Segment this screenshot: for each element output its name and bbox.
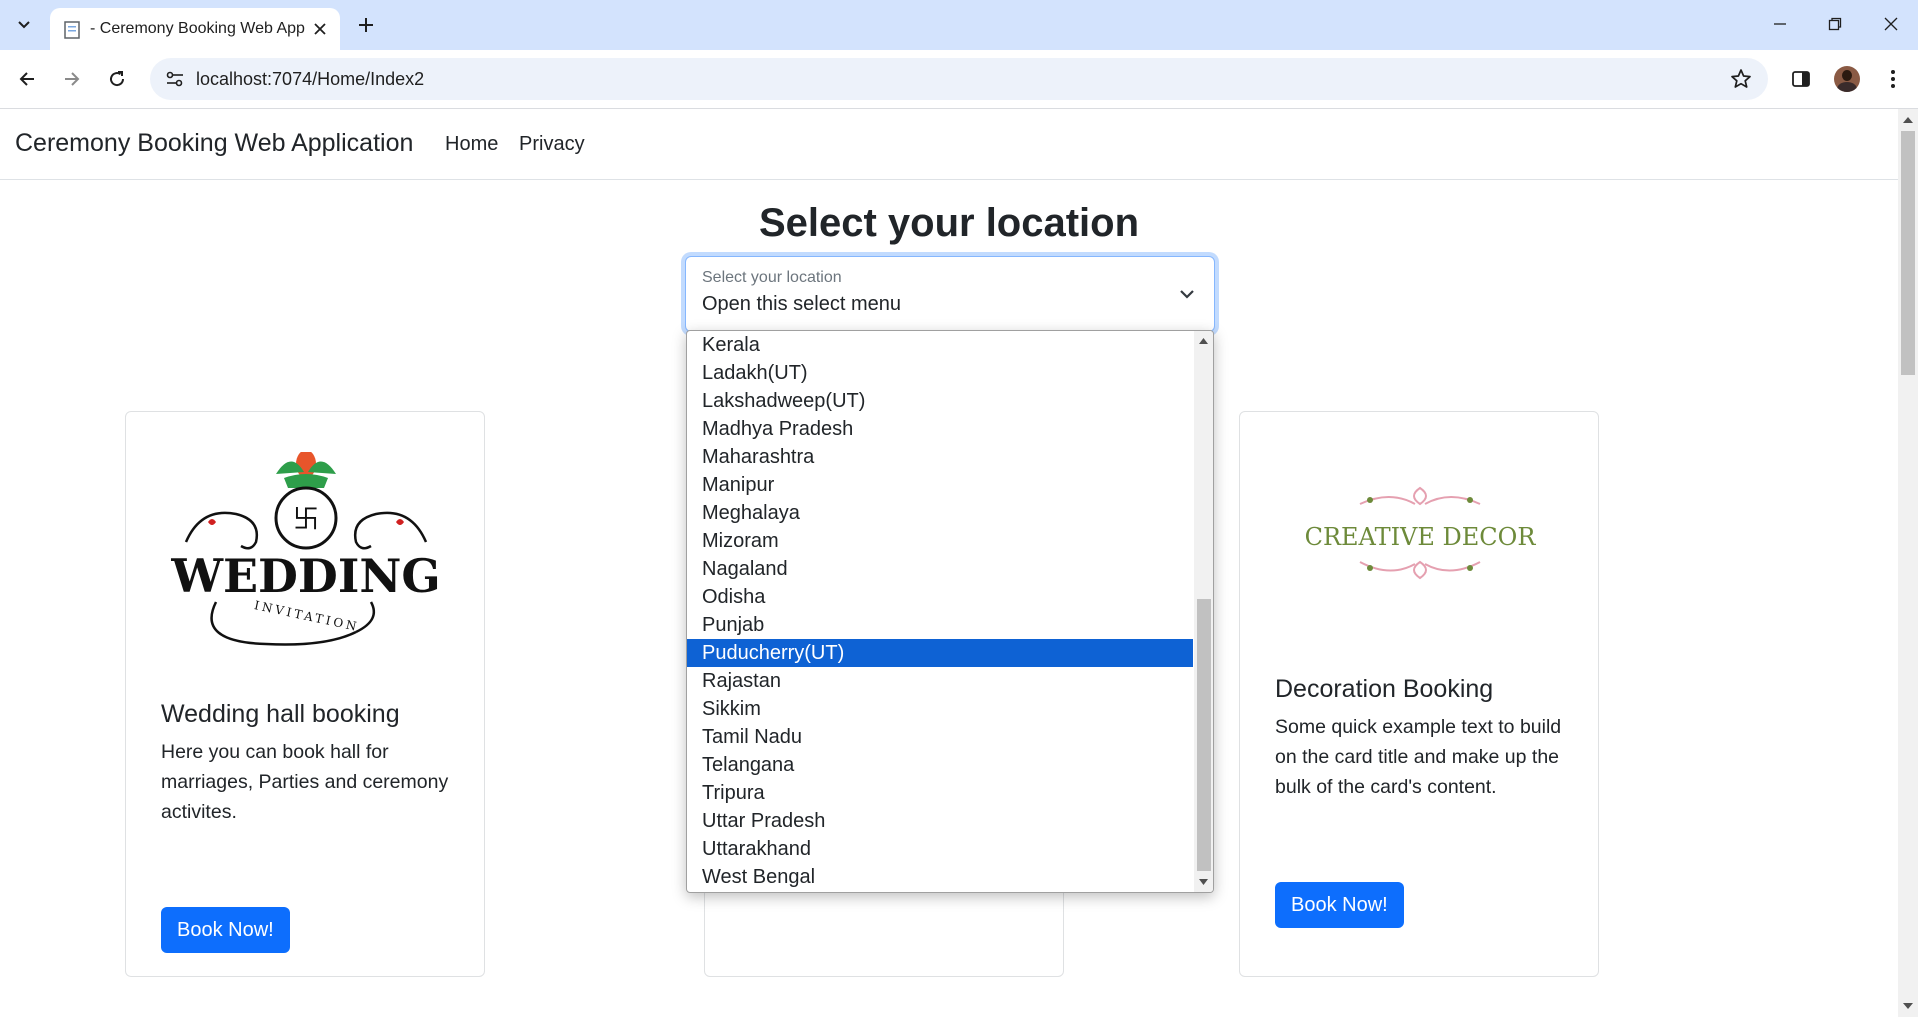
page-scrollbar[interactable] xyxy=(1898,109,1918,1017)
select-option[interactable]: Kerala xyxy=(687,331,1193,359)
select-option[interactable]: Tamil Nadu xyxy=(687,723,1193,751)
profile-button[interactable] xyxy=(1830,62,1864,96)
card-text: Here you can book hall for marriages, Pa… xyxy=(161,741,449,823)
chevron-down-icon xyxy=(18,21,30,29)
card-text: Some quick example text to build on the … xyxy=(1275,716,1562,798)
browser-tab[interactable]: - Ceremony Booking Web Appli xyxy=(50,8,340,50)
reload-button[interactable] xyxy=(100,62,134,96)
restore-button[interactable] xyxy=(1815,8,1855,40)
more-vertical-icon xyxy=(1891,70,1895,88)
site-navbar: Ceremony Booking Web Application Home Pr… xyxy=(0,109,1898,180)
select-option[interactable]: Punjab xyxy=(687,611,1193,639)
close-icon xyxy=(1884,17,1898,31)
select-option[interactable]: Puducherry(UT) xyxy=(687,639,1193,667)
minimize-icon xyxy=(1774,23,1786,25)
wedding-logo-image: 卐 WEDDING INVITATION xyxy=(170,452,441,646)
card-title: Decoration Booking xyxy=(1275,675,1494,703)
browser-tab-strip: - Ceremony Booking Web Appli xyxy=(0,0,1918,50)
select-option[interactable]: Uttar Pradesh xyxy=(687,807,1193,835)
select-option[interactable]: Telangana xyxy=(687,751,1193,779)
tab-title: - Ceremony Booking Web Appli xyxy=(90,20,305,37)
select-option[interactable]: Rajastan xyxy=(687,667,1193,695)
tab-search-button[interactable] xyxy=(8,9,40,41)
reload-icon xyxy=(110,71,125,87)
select-current-value: Open this select menu xyxy=(702,293,901,315)
select-option[interactable]: Tripura xyxy=(687,779,1193,807)
scroll-up-arrow-icon[interactable] xyxy=(1198,336,1209,346)
svg-text:卐: 卐 xyxy=(293,505,319,535)
navbar-brand[interactable]: Ceremony Booking Web Application xyxy=(15,129,413,158)
options-scrollbar[interactable] xyxy=(1194,331,1213,892)
bookmark-star-icon[interactable] xyxy=(1730,68,1752,90)
select-option[interactable]: Sikkim xyxy=(687,695,1193,723)
select-option[interactable]: Odisha xyxy=(687,583,1193,611)
window-close-button[interactable] xyxy=(1871,8,1911,40)
scroll-down-arrow-icon[interactable] xyxy=(1902,1001,1914,1011)
logo-subtitle: INVITATION xyxy=(253,598,361,634)
new-tab-button[interactable] xyxy=(352,11,380,39)
options-container: Kerala Ladakh(UT) Lakshadweep(UT) Madhya Pr… xyxy=(687,331,1193,891)
select-option[interactable]: Nagaland xyxy=(687,555,1193,583)
nav-link-home[interactable]: Home xyxy=(445,133,498,156)
location-options-list[interactable]: Kerala Ladakh(UT) Lakshadweep(UT) Madhya Pr… xyxy=(686,330,1214,893)
creative-decor-logo-image: CREATIVE DECOR xyxy=(1305,486,1537,580)
avatar xyxy=(1834,66,1860,92)
card-decoration: CREATIVE DECOR Decoration Booking Some q… xyxy=(1239,411,1599,977)
location-select[interactable]: Select your location Open this select me… xyxy=(685,256,1215,332)
nav-link-privacy[interactable]: Privacy xyxy=(519,133,585,156)
select-option[interactable]: Maharashtra xyxy=(687,443,1193,471)
restore-icon xyxy=(1828,17,1842,31)
arrow-right-icon xyxy=(65,72,80,86)
side-panel-button[interactable] xyxy=(1784,62,1818,96)
side-panel-icon xyxy=(1792,71,1810,87)
close-icon xyxy=(314,23,326,35)
browser-menu-button[interactable] xyxy=(1876,62,1910,96)
plus-icon xyxy=(359,18,373,32)
book-now-button[interactable]: Book Now! xyxy=(1275,882,1404,928)
chevron-down-icon xyxy=(1180,290,1194,299)
back-button[interactable] xyxy=(10,62,44,96)
tab-close-button[interactable] xyxy=(310,19,330,39)
card-wedding-hall: 卐 WEDDING INVITATION Wedding hall bookin… xyxy=(125,411,485,977)
browser-toolbar: localhost:7074/Home/Index2 xyxy=(0,50,1918,109)
select-option[interactable]: Meghalaya xyxy=(687,499,1193,527)
select-option[interactable]: Ladakh(UT) xyxy=(687,359,1193,387)
card-title: Wedding hall booking xyxy=(161,700,400,728)
book-now-button[interactable]: Book Now! xyxy=(161,907,290,953)
select-option[interactable]: Lakshadweep(UT) xyxy=(687,387,1193,415)
logo-wordmark: CREATIVE DECOR xyxy=(1305,523,1537,551)
select-option[interactable]: West Bengal xyxy=(687,863,1193,891)
select-option[interactable]: Madhya Pradesh xyxy=(687,415,1193,443)
url-text: localhost:7074/Home/Index2 xyxy=(196,69,425,89)
page-title: Select your location xyxy=(758,201,1140,245)
address-bar[interactable]: localhost:7074/Home/Index2 xyxy=(150,58,1768,100)
scrollbar-thumb[interactable] xyxy=(1901,131,1915,375)
arrow-left-icon xyxy=(19,72,34,86)
select-option[interactable]: Uttarakhand xyxy=(687,835,1193,863)
forward-button[interactable] xyxy=(55,62,89,96)
scrollbar-thumb[interactable] xyxy=(1197,599,1211,871)
select-option[interactable]: Manipur xyxy=(687,471,1193,499)
page-icon xyxy=(64,21,80,39)
minimize-button[interactable] xyxy=(1760,8,1800,40)
scroll-down-arrow-icon[interactable] xyxy=(1198,877,1209,887)
logo-wordmark: WEDDING xyxy=(170,549,440,603)
select-option[interactable]: Mizoram xyxy=(687,527,1193,555)
site-settings-icon[interactable] xyxy=(164,68,186,90)
scroll-up-arrow-icon[interactable] xyxy=(1902,115,1914,125)
select-floating-label: Select your location xyxy=(702,269,842,286)
